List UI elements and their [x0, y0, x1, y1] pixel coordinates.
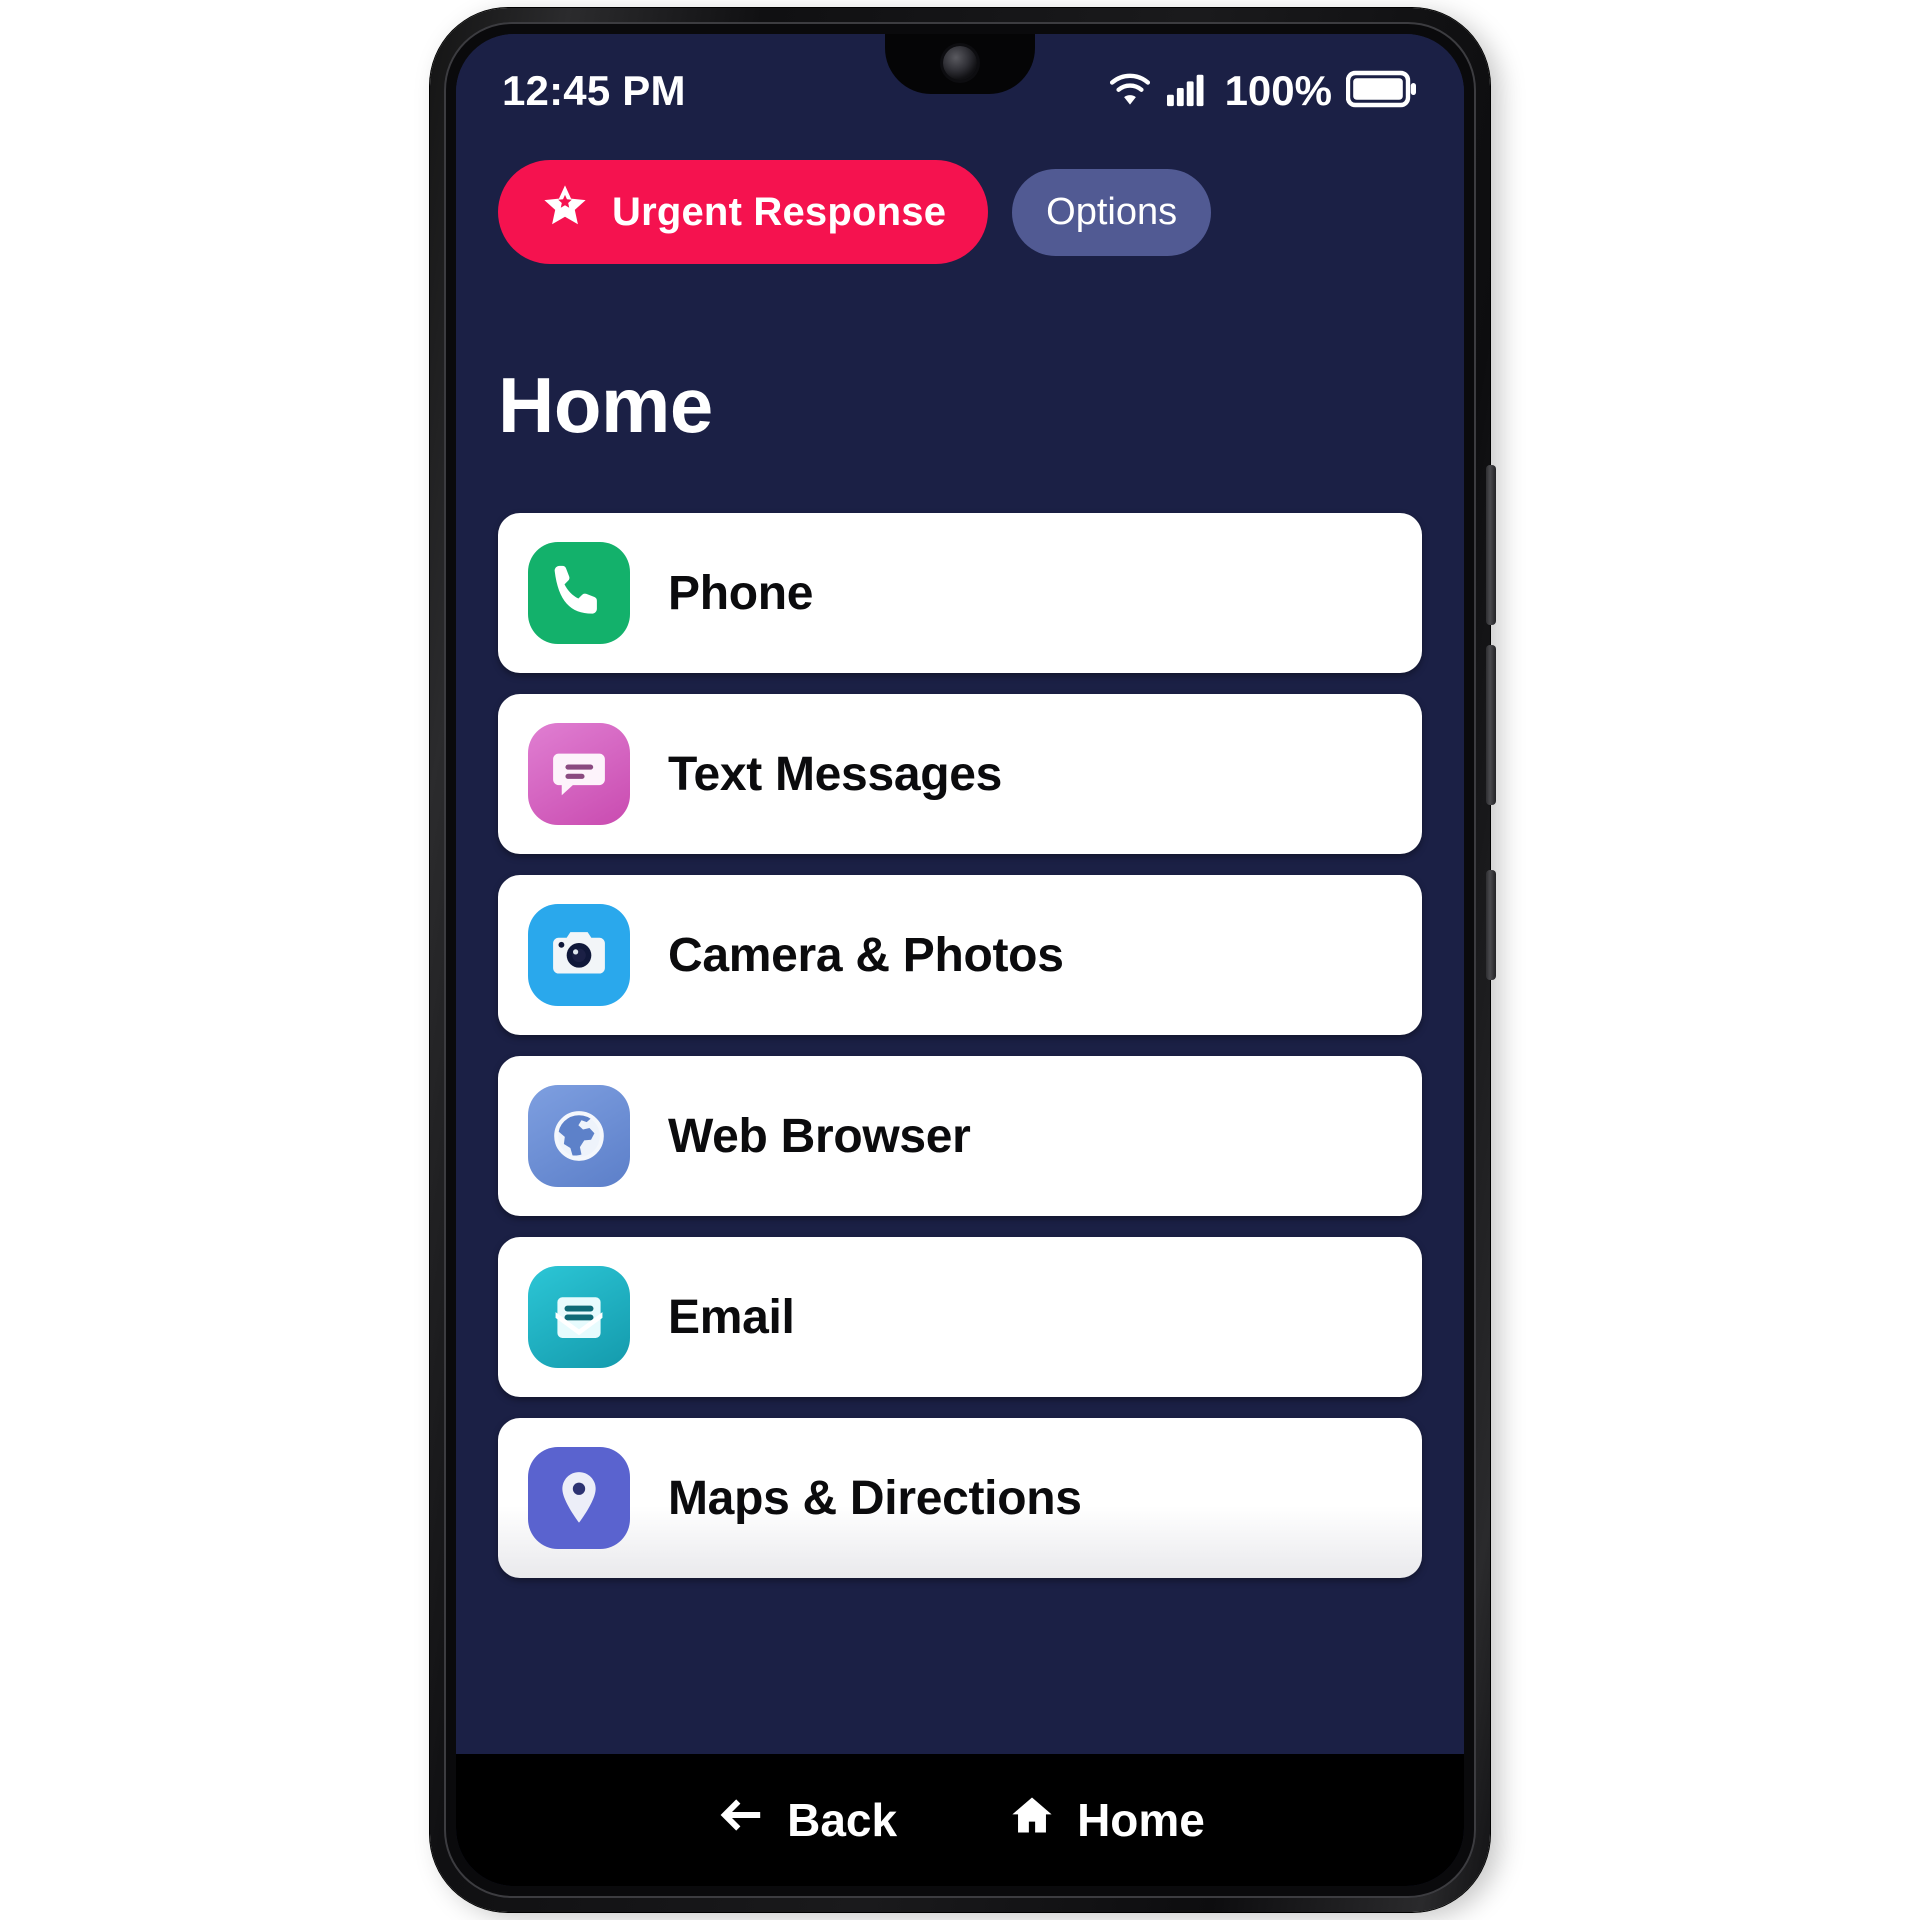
camera-icon: [528, 904, 630, 1006]
app-card-email[interactable]: Email: [498, 1237, 1422, 1397]
app-list: Phone Text Messages Camera & Photos Web …: [484, 513, 1436, 1578]
battery-percent-label: 100%: [1224, 67, 1332, 114]
app-label: Maps & Directions: [668, 1471, 1082, 1525]
battery-full-icon: [1345, 69, 1418, 114]
bottom-nav-bar: Back Home: [456, 1754, 1464, 1886]
top-action-bar: Urgent Response Options: [484, 138, 1436, 264]
nav-home-button[interactable]: Home: [1007, 1792, 1205, 1849]
app-card-camera-photos[interactable]: Camera & Photos: [498, 875, 1422, 1035]
app-label: Phone: [668, 566, 814, 620]
app-label: Text Messages: [668, 747, 1003, 801]
app-content: Urgent Response Options Home Phone Text …: [456, 138, 1464, 1754]
phone-icon: [528, 542, 630, 644]
front-camera-icon: [943, 46, 977, 80]
map-pin-icon: [528, 1447, 630, 1549]
app-label: Camera & Photos: [668, 928, 1064, 982]
urgent-response-label: Urgent Response: [612, 189, 947, 234]
phone-screen: 12:45 PM 100% Urgent Response Options Ho…: [456, 34, 1464, 1886]
volume-up-button[interactable]: [1486, 465, 1496, 625]
app-label: Web Browser: [668, 1109, 971, 1163]
power-button[interactable]: [1486, 870, 1496, 980]
status-time: 12:45 PM: [502, 67, 686, 114]
envelope-icon: [528, 1266, 630, 1368]
camera-notch: [885, 34, 1035, 94]
status-indicators: 100%: [1107, 67, 1418, 115]
cellular-signal-icon: [1165, 70, 1207, 113]
screenshot-stage: 12:45 PM 100% Urgent Response Options Ho…: [0, 0, 1920, 1920]
page-title: Home: [498, 361, 713, 449]
urgent-response-button[interactable]: Urgent Response: [498, 160, 989, 264]
options-button[interactable]: Options: [1012, 168, 1212, 256]
arrow-left-icon: [715, 1793, 767, 1848]
app-label: Email: [668, 1290, 795, 1344]
nav-back-button[interactable]: Back: [715, 1793, 897, 1848]
nav-home-label: Home: [1077, 1794, 1205, 1846]
nav-back-label: Back: [787, 1794, 898, 1846]
app-card-maps-directions[interactable]: Maps & Directions: [498, 1418, 1422, 1578]
app-card-web-browser[interactable]: Web Browser: [498, 1056, 1422, 1216]
app-card-phone[interactable]: Phone: [498, 513, 1422, 673]
volume-down-button[interactable]: [1486, 645, 1496, 805]
status-bar: 12:45 PM 100%: [456, 34, 1464, 138]
wifi-icon: [1107, 70, 1153, 113]
star-icon: [540, 182, 590, 242]
app-card-text-messages[interactable]: Text Messages: [498, 694, 1422, 854]
globe-icon: [528, 1085, 630, 1187]
message-icon: [528, 723, 630, 825]
house-icon: [1007, 1792, 1057, 1849]
